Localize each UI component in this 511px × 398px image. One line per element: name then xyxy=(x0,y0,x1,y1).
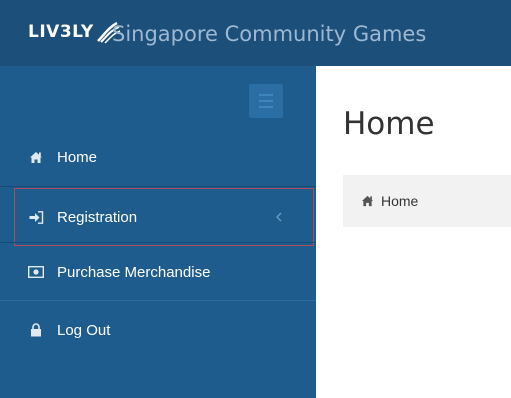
brand-logo[interactable]: LIV3LY xyxy=(28,18,121,46)
sidebar-item-label: Registration xyxy=(57,208,138,226)
main-content: Home Home xyxy=(316,66,511,398)
divider xyxy=(0,186,316,187)
sidebar-item-label: Purchase Merchandise xyxy=(57,263,211,281)
breadcrumb: Home xyxy=(343,175,511,227)
sidebar-item-purchase-merchandise[interactable]: Purchase Merchandise xyxy=(0,243,316,301)
sign-in-icon xyxy=(28,209,44,225)
sidebar-item-log-out[interactable]: Log Out xyxy=(0,301,316,359)
top-header: LIV3LY Singapore Community Games xyxy=(0,0,511,66)
hamburger-icon[interactable] xyxy=(249,84,283,118)
page-title: Home xyxy=(343,106,435,142)
sidebar-item-home[interactable]: Home xyxy=(0,128,316,186)
sidebar-item-label: Log Out xyxy=(57,321,111,339)
sidebar-item-registration[interactable]: Registration xyxy=(14,188,314,246)
money-icon xyxy=(28,264,44,280)
chevron-left-icon xyxy=(276,212,282,222)
home-icon xyxy=(28,149,44,165)
home-icon xyxy=(361,194,375,208)
logo-text: LIV3LY xyxy=(28,22,94,42)
sidebar-item-label: Home xyxy=(57,148,98,166)
lock-icon xyxy=(28,322,44,338)
app-title: Singapore Community Games xyxy=(112,22,427,46)
breadcrumb-home-link[interactable]: Home xyxy=(381,193,418,209)
sidebar: Home Registration Purchase Merchandise L… xyxy=(0,66,316,398)
